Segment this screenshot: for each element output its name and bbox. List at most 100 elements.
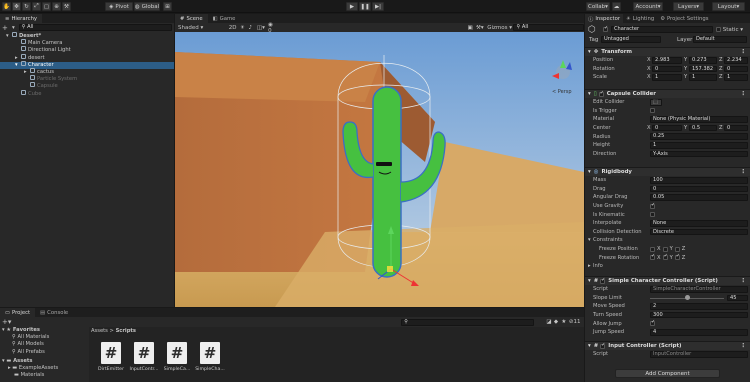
freeze-position-checks[interactable]: X Y Z [650,246,685,252]
collab-button[interactable]: Collab ▾ [586,2,610,11]
script-file-icon[interactable]: # [134,342,154,364]
freeze-rotation-checks[interactable]: X Y Z [650,253,685,261]
hierarchy-search-input[interactable]: ⚲ All [18,24,172,31]
position-z-field[interactable]: 2.234 [724,57,748,64]
allow-jump-checkbox[interactable] [650,319,655,327]
hierarchy-item[interactable]: Cube [0,89,174,98]
center-y-field[interactable]: 0.5 [689,124,717,132]
use-gravity-checkbox[interactable] [650,202,655,209]
tab-lighting[interactable]: ☀ Lighting [623,14,657,23]
component-menu-icon[interactable]: ⋮ [741,49,746,55]
cloud-icon[interactable]: ☁ [612,2,621,11]
center-x-field[interactable]: 0 [652,124,682,132]
hierarchy-item[interactable]: ▾ Desert* [0,32,174,40]
jump-speed-field[interactable]: 4 [650,329,748,336]
input-controller-enabled-checkbox[interactable] [600,342,605,349]
scale-z-field[interactable]: 1 [724,74,748,81]
layer-dropdown[interactable]: Default [693,36,747,43]
simple-controller-header[interactable]: ▾#Simple Character Controller (Script)⋮ [585,276,750,285]
custom-tool-icon[interactable]: ⚒ [62,2,71,11]
interpolate-dropdown[interactable]: None [650,220,748,227]
step-button[interactable]: ▶| [372,2,384,11]
tab-project[interactable]: ▭ Project [0,308,36,317]
play-button[interactable]: ▶ [346,2,358,11]
lighting-toggle-icon[interactable]: ☀ [240,25,248,31]
gizmos-dropdown[interactable]: Gizmos ▾ [487,25,513,31]
hierarchy-item[interactable]: ▸ cactus [0,67,174,76]
slope-slider-thumb[interactable] [684,295,690,301]
global-toggle[interactable]: ◍ Global [134,2,160,11]
tab-scene[interactable]: # Scene [175,14,208,23]
move-tool-icon[interactable]: ✥ [12,2,21,11]
tag-dropdown[interactable]: Untagged [601,36,661,43]
object-name-field[interactable]: Character [611,26,713,33]
favorite-icon[interactable]: ★ [561,319,568,325]
scene-search-input[interactable]: ⚲ All [513,24,585,31]
move-speed-field[interactable]: 2 [650,303,748,310]
rotate-tool-icon[interactable]: ↻ [22,2,31,11]
position-y-field[interactable]: 0.273 [689,57,717,64]
filter-type-icon[interactable]: ◪ [546,319,553,325]
constraints-row[interactable]: ▾ Constraints [585,236,750,245]
favorites-folder[interactable]: ▾ ★ Favorites [0,327,88,334]
grid-snap-icon[interactable]: ⊞ [163,2,172,11]
rotation-y-field[interactable]: 157.382 [689,65,717,73]
fav-item[interactable]: ⚲ All Materials [0,334,88,341]
height-field[interactable]: 1 [650,142,748,149]
hierarchy-item[interactable]: Capsule [0,82,174,90]
transform-header[interactable]: ▾ ✥ Transform ⋮ [585,47,750,56]
hierarchy-item[interactable]: ▸ desert [0,53,174,62]
mass-field[interactable]: 100 [650,177,748,184]
scene-viewport[interactable]: < Persp [175,32,584,307]
pivot-toggle[interactable]: ◈ Pivot [105,2,133,11]
add-component-button[interactable]: Add Component [615,369,720,378]
tab-hierarchy[interactable]: ≡ Hierarchy [0,14,43,23]
fav-item[interactable]: ⚲ All Prefabs [0,349,88,356]
center-z-field[interactable]: 0 [724,124,748,132]
static-checkbox[interactable]: Static ▾ [716,27,743,33]
tab-game[interactable]: ◧ Game [208,14,241,23]
hierarchy-item[interactable]: Directional Light [0,46,174,54]
2d-toggle[interactable]: 2D [229,25,240,31]
pause-button[interactable]: ❚❚ [359,2,371,11]
asset-folder-item[interactable]: ▬ Materials [0,372,88,379]
filter-label-icon[interactable]: ◆ [554,319,561,325]
turn-speed-field[interactable]: 300 [650,311,748,319]
rigidbody-header[interactable]: ▾ ◎ Rigidbody ⋮ [585,167,750,176]
scene-camera-icon[interactable]: ▣ [468,25,476,31]
hierarchy-item[interactable]: Particle System [0,75,174,83]
component-menu-icon[interactable]: ⋮ [741,278,746,284]
component-menu-icon[interactable]: ⋮ [741,343,746,349]
breadcrumb-root[interactable]: Assets [91,328,108,334]
layers-dropdown[interactable]: Layers ▾ [673,2,704,11]
material-field[interactable]: None (Physic Material) [650,116,748,123]
project-search-input[interactable]: ⚲ [401,318,535,326]
collision-dropdown[interactable]: Discrete [650,228,748,236]
transform-tool-icon[interactable]: ⊕ [52,2,61,11]
hand-tool-icon[interactable]: ✋ [2,2,11,11]
fav-item[interactable]: ⚲ All Models [0,341,88,348]
slope-limit-field[interactable]: 45 [727,294,748,302]
breadcrumb-leaf[interactable]: Scripts [116,328,136,334]
info-row[interactable]: ▸ Info [585,262,750,271]
account-dropdown[interactable]: Account ▾ [633,2,663,11]
script-file-icon[interactable]: # [167,342,187,364]
component-menu-icon[interactable]: ⋮ [741,169,746,175]
persp-label[interactable]: < Persp [552,89,572,95]
drag-field[interactable]: 0 [650,185,748,193]
capsule-enabled-checkbox[interactable] [598,90,604,97]
angular-drag-field[interactable]: 0.05 [650,194,748,201]
scale-y-field[interactable]: 1 [689,74,717,81]
hidden-packages-icon[interactable]: ⊘11 [569,319,582,325]
tools-icon[interactable]: ⚒▾ [476,25,487,31]
component-menu-icon[interactable]: ⋮ [741,91,746,97]
tab-console[interactable]: ▤ Console [35,308,73,317]
radius-field[interactable]: 0.25 [650,133,748,140]
script-file-icon[interactable]: # [101,342,121,364]
capsule-header[interactable]: ▾▯Capsule Collider⋮ [585,89,750,98]
asset-folder-item[interactable]: ▸ ▬ ExampleAssets [0,365,88,372]
edit-collider-button[interactable]: ⬚ [650,99,662,106]
assets-folder[interactable]: ▾ ▬ Assets [0,358,88,365]
hierarchy-item[interactable]: ▾ Character [0,60,174,69]
create-button[interactable]: + [2,24,12,32]
